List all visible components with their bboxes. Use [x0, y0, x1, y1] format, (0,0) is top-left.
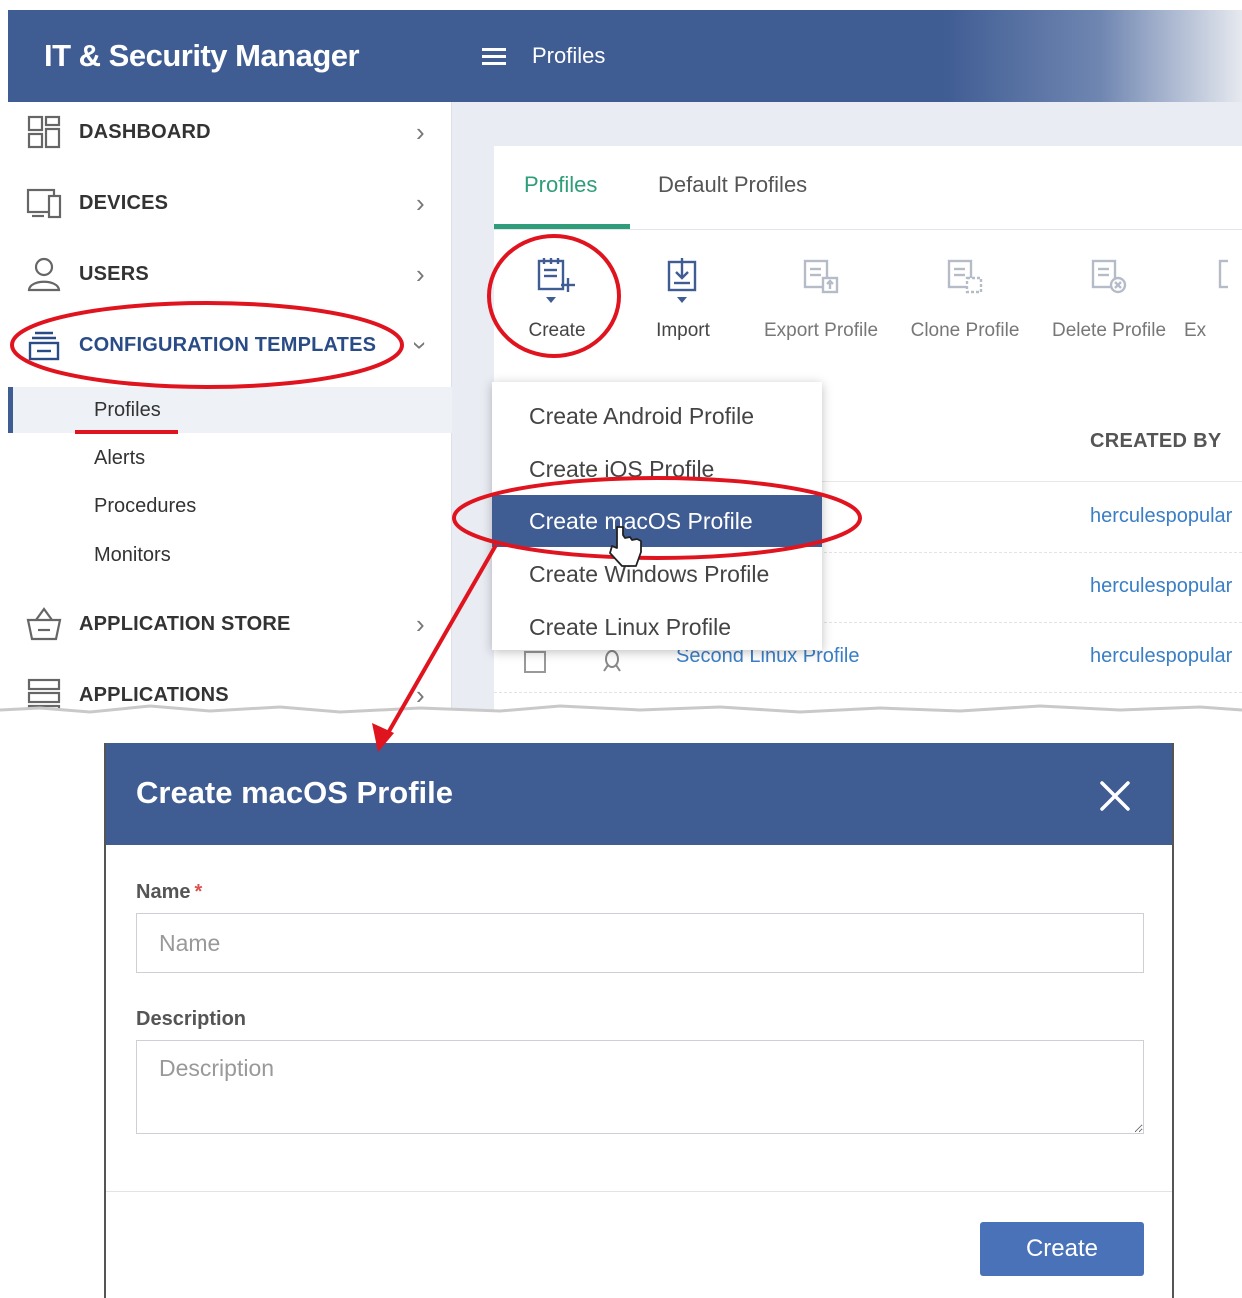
import-label: Import	[656, 320, 710, 341]
menu-item-create-android-profile[interactable]: Create Android Profile	[492, 390, 822, 442]
sidebar-item-configuration-templates[interactable]: CONFIGURATION TEMPLATES ›	[8, 315, 452, 375]
dialog-header: Create macOS Profile	[106, 743, 1172, 845]
user-icon	[27, 257, 61, 292]
clone-profile-icon	[947, 259, 983, 294]
tab-bar: Profiles Default Profiles	[494, 146, 1242, 230]
description-field[interactable]	[136, 1040, 1144, 1134]
sidebar-subitem-label: Monitors	[94, 543, 171, 566]
chevron-right-icon: ›	[416, 608, 425, 639]
create-label: Create	[528, 320, 586, 341]
create-macos-profile-dialog: Create macOS Profile Name* Description C…	[104, 743, 1174, 1298]
chevron-down-icon: ›	[405, 340, 436, 350]
dialog-title: Create macOS Profile	[136, 775, 454, 810]
chevron-right-icon: ›	[416, 116, 425, 147]
app-title: IT & Security Manager	[8, 10, 452, 102]
export-profile-label: Export Profile	[763, 320, 879, 341]
created-by-link[interactable]: herculespopular	[1090, 645, 1232, 668]
menu-item-create-ios-profile[interactable]: Create iOS Profile	[492, 443, 822, 495]
export-button[interactable]: Ex	[1184, 256, 1242, 342]
sidebar-subitem-procedures[interactable]: Procedures	[8, 483, 452, 529]
dialog-footer-divider	[106, 1191, 1172, 1192]
clone-profile-button[interactable]: Clone Profile	[900, 256, 1030, 342]
created-by-link[interactable]: herculespopular	[1090, 575, 1232, 598]
sidebar-subitem-label: Profiles	[94, 398, 161, 421]
required-asterisk: *	[194, 881, 203, 903]
top-bar: Profiles	[452, 10, 1242, 102]
application-window: IT & Security Manager Profiles DASHBOARD…	[8, 10, 1242, 710]
export-label: Ex	[1184, 320, 1207, 341]
chevron-right-icon: ›	[416, 187, 425, 218]
name-field[interactable]	[136, 913, 1144, 973]
import-button[interactable]: Import	[618, 256, 748, 342]
sidebar-item-users[interactable]: USERS ›	[8, 244, 452, 304]
store-icon	[26, 607, 62, 641]
export-icon	[1218, 259, 1228, 289]
sidebar-subitem-label: Procedures	[94, 494, 197, 517]
sidebar-subitem-monitors[interactable]: Monitors	[8, 532, 452, 578]
create-profile-icon	[537, 258, 575, 303]
sidebar-item-label: APPLICATION STORE	[79, 612, 291, 635]
tab-default-profiles[interactable]: Default Profiles	[658, 172, 807, 198]
sidebar-item-label: DASHBOARD	[79, 120, 211, 143]
sidebar-subitem-alerts[interactable]: Alerts	[8, 435, 452, 481]
delete-profile-button[interactable]: Delete Profile	[1044, 256, 1174, 342]
menu-item-create-macos-profile[interactable]: Create macOS Profile	[492, 495, 822, 547]
column-header-created-by[interactable]: CREATED BY	[1090, 430, 1222, 453]
hamburger-menu-icon[interactable]	[482, 47, 506, 65]
dashboard-icon	[27, 115, 61, 149]
create-button[interactable]: Create	[980, 1222, 1144, 1276]
sidebar-item-devices[interactable]: DEVICES ›	[8, 173, 452, 233]
sidebar-item-label: CONFIGURATION TEMPLATES	[79, 333, 377, 356]
row-checkbox[interactable]	[524, 651, 546, 673]
menu-item-create-linux-profile[interactable]: Create Linux Profile	[492, 601, 822, 653]
clone-profile-label: Clone Profile	[910, 320, 1020, 341]
sidebar-item-label: USERS	[79, 262, 149, 285]
devices-icon	[26, 188, 62, 219]
import-icon	[667, 258, 697, 303]
menu-item-create-windows-profile[interactable]: Create Windows Profile	[492, 548, 822, 600]
export-profile-icon	[803, 259, 839, 294]
torn-edge-divider	[0, 704, 1242, 730]
created-by-link[interactable]: herculespopular	[1090, 505, 1232, 528]
sidebar-item-dashboard[interactable]: DASHBOARD ›	[8, 102, 452, 162]
close-icon[interactable]	[1098, 779, 1132, 813]
active-tab-indicator	[494, 224, 630, 229]
description-label: Description	[136, 1008, 247, 1030]
sidebar-item-application-store[interactable]: APPLICATION STORE ›	[8, 594, 452, 654]
sidebar-subitem-label: Alerts	[94, 446, 146, 469]
export-profile-button[interactable]: Export Profile	[756, 256, 886, 342]
sidebar-item-label: DEVICES	[79, 191, 169, 214]
sidebar: DASHBOARD › DEVICES › USERS › CONFIGURAT…	[8, 102, 452, 710]
tab-profiles[interactable]: Profiles	[524, 172, 597, 198]
create-dropdown-menu: Create Android Profile Create iOS Profil…	[492, 382, 822, 650]
delete-profile-icon	[1091, 259, 1127, 294]
name-label: Name *	[136, 881, 203, 903]
chevron-right-icon: ›	[416, 258, 425, 289]
sidebar-subitem-profiles[interactable]: Profiles	[8, 387, 452, 433]
create-button[interactable]: Create	[492, 256, 622, 342]
configuration-icon	[28, 331, 60, 361]
breadcrumb: Profiles	[532, 43, 606, 68]
delete-profile-label: Delete Profile	[1051, 320, 1167, 341]
